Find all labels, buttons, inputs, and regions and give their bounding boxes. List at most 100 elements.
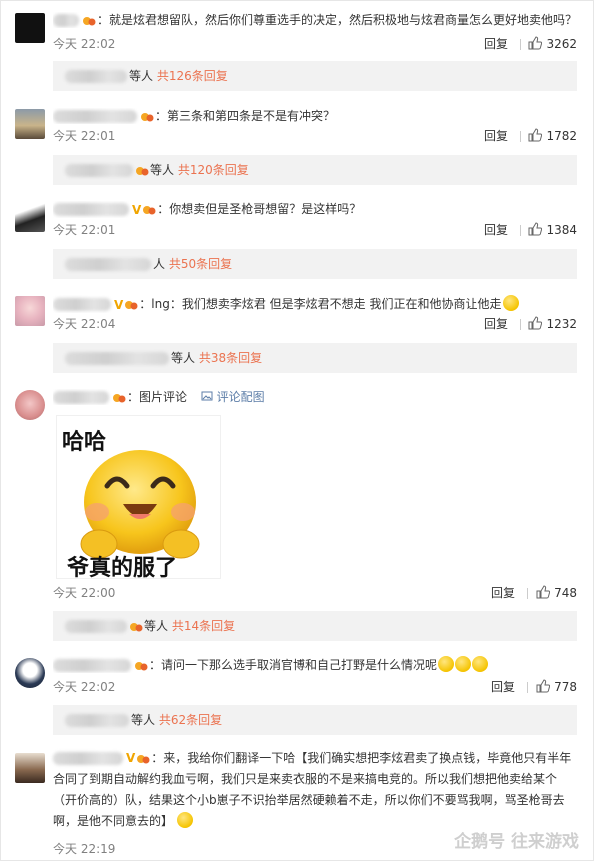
comment-text: ：第三条和第四条是不是有冲突？: [53, 108, 577, 124]
timestamp: 今天 22:00: [53, 586, 116, 600]
thumbs-up-icon: [528, 316, 543, 330]
divider: [527, 588, 528, 599]
reply-button[interactable]: 回复: [491, 584, 515, 602]
like-count: 748: [554, 586, 577, 600]
like-count: 1232: [546, 317, 577, 331]
like-button[interactable]: 1782: [528, 127, 577, 145]
reply-summary[interactable]: 等人 共38条回复: [53, 343, 577, 373]
comment-meta: 今天 22:02 回复 778: [53, 678, 577, 696]
more-replies-link[interactable]: 共62条回复: [159, 713, 222, 727]
avatar[interactable]: [15, 296, 45, 326]
more-replies-link[interactable]: 共50条回复: [169, 257, 232, 271]
timestamp: 今天 22:01: [53, 223, 116, 237]
avatar[interactable]: [15, 109, 45, 139]
fan-badge-icon: [130, 622, 143, 631]
username-blurred: [65, 258, 151, 271]
vip-v-badge-icon: V: [114, 297, 124, 312]
reply-summary[interactable]: 等人 共126条回复: [53, 61, 577, 91]
username-blurred[interactable]: [53, 14, 79, 27]
sweat-emoji-icon: [177, 812, 194, 828]
timestamp: 今天 22:04: [53, 317, 116, 331]
like-button[interactable]: 1232: [528, 315, 577, 333]
avatar[interactable]: [15, 390, 45, 420]
thumbs-up-icon: [536, 679, 551, 693]
image-comment-link[interactable]: 评论配图: [217, 390, 265, 404]
like-button[interactable]: 1384: [528, 221, 577, 239]
comment-meta: 今天 22:04 回复 1232: [53, 315, 577, 333]
timestamp: 今天 22:19: [53, 842, 116, 856]
username-blurred: [65, 714, 129, 727]
like-count: 3262: [546, 37, 577, 51]
like-count: 1782: [546, 129, 577, 143]
reply-button[interactable]: 回复: [484, 315, 508, 333]
fan-badge-icon: [125, 300, 138, 309]
comment-meta: 今天 22:00 回复 748: [53, 584, 577, 602]
smiling-face-emoji-icon: [80, 450, 200, 559]
reply-summary[interactable]: 人 共50条回复: [53, 249, 577, 279]
like-count: 778: [554, 680, 577, 694]
like-button[interactable]: 3262: [528, 35, 577, 53]
username-blurred[interactable]: [53, 110, 137, 123]
like-count: 1384: [546, 223, 577, 237]
thumbs-up-icon: [536, 585, 551, 599]
username-blurred[interactable]: [53, 391, 109, 404]
thumbs-up-icon: [528, 128, 543, 142]
comment-text: ：就是炫君想留队，然后你们尊重选手的决定，然后积极地与炫君商量怎么更好地卖他吗？: [53, 12, 577, 28]
fan-badge-icon: [143, 205, 156, 214]
timestamp: 今天 22:02: [53, 37, 116, 51]
more-replies-link[interactable]: 共126条回复: [157, 69, 228, 83]
reply-button[interactable]: 回复: [491, 678, 515, 696]
more-replies-link[interactable]: 共14条回复: [172, 619, 235, 633]
avatar[interactable]: [15, 753, 45, 783]
avatar[interactable]: [15, 202, 45, 232]
username-blurred[interactable]: [53, 659, 131, 672]
username-blurred[interactable]: [53, 752, 123, 765]
thumbs-up-icon: [528, 222, 543, 236]
like-button[interactable]: 748: [536, 584, 577, 602]
reply-summary[interactable]: 等人 共62条回复: [53, 705, 577, 735]
divider: [520, 39, 521, 50]
reply-summary[interactable]: 等人 共120条回复: [53, 155, 577, 185]
sweat-smile-emoji-icon: [438, 656, 455, 672]
comment-meta: 今天 22:02 回复 3262: [53, 35, 577, 53]
sticker-image[interactable]: 哈哈 爷真的服了: [56, 415, 221, 579]
avatar[interactable]: [15, 13, 45, 43]
sweat-smile-emoji-icon: [455, 656, 472, 672]
more-replies-link[interactable]: 共120条回复: [178, 163, 249, 177]
timestamp: 今天 22:02: [53, 680, 116, 694]
reply-button[interactable]: 回复: [484, 221, 508, 239]
comment-text: V ：来，我给你们翻译一下哈【我们确实想把李炫君卖了换点钱，毕竟他只有半年合同了到…: [53, 748, 577, 832]
comment-meta: 今天 22:01 回复 1782: [53, 127, 577, 145]
avatar[interactable]: [15, 658, 45, 688]
watermark: 企鹅号 往来游戏: [454, 832, 579, 852]
vip-v-badge-icon: V: [126, 751, 136, 765]
fan-badge-icon: [136, 166, 149, 175]
sweat-smile-emoji-icon: [472, 656, 489, 672]
comment-text: ：图片评论 评论配图: [53, 389, 577, 405]
username-blurred[interactable]: [53, 203, 129, 216]
username-blurred[interactable]: [53, 298, 111, 311]
divider: [527, 682, 528, 693]
vip-v-badge-icon: V: [132, 202, 142, 217]
reply-button[interactable]: 回复: [484, 35, 508, 53]
divider: [520, 225, 521, 236]
comment-text: V ：你想卖但是圣枪哥想留？是这样吗？: [53, 201, 577, 218]
fan-badge-icon: [135, 661, 148, 670]
username-blurred: [65, 620, 127, 633]
thumbs-up-icon: [528, 36, 543, 50]
reply-button[interactable]: 回复: [484, 127, 508, 145]
comment-feed: ：就是炫君想留队，然后你们尊重选手的决定，然后积极地与炫君商量怎么更好地卖他吗？…: [0, 0, 594, 861]
username-blurred: [65, 352, 169, 365]
username-blurred: [65, 70, 127, 83]
comment-text: ：请问一下那么选手取消官博和自己打野是什么情况呢: [53, 656, 577, 673]
like-button[interactable]: 778: [536, 678, 577, 696]
username-blurred: [65, 164, 133, 177]
picture-icon: [201, 391, 213, 401]
reply-summary[interactable]: 等人 共14条回复: [53, 611, 577, 641]
timestamp: 今天 22:01: [53, 129, 116, 143]
thumbs-up-emoji-icon: [502, 295, 519, 311]
more-replies-link[interactable]: 共38条回复: [199, 351, 262, 365]
divider: [520, 319, 521, 330]
sticker-caption-bottom: 爷真的服了: [67, 556, 178, 579]
fan-badge-icon: [83, 16, 96, 25]
